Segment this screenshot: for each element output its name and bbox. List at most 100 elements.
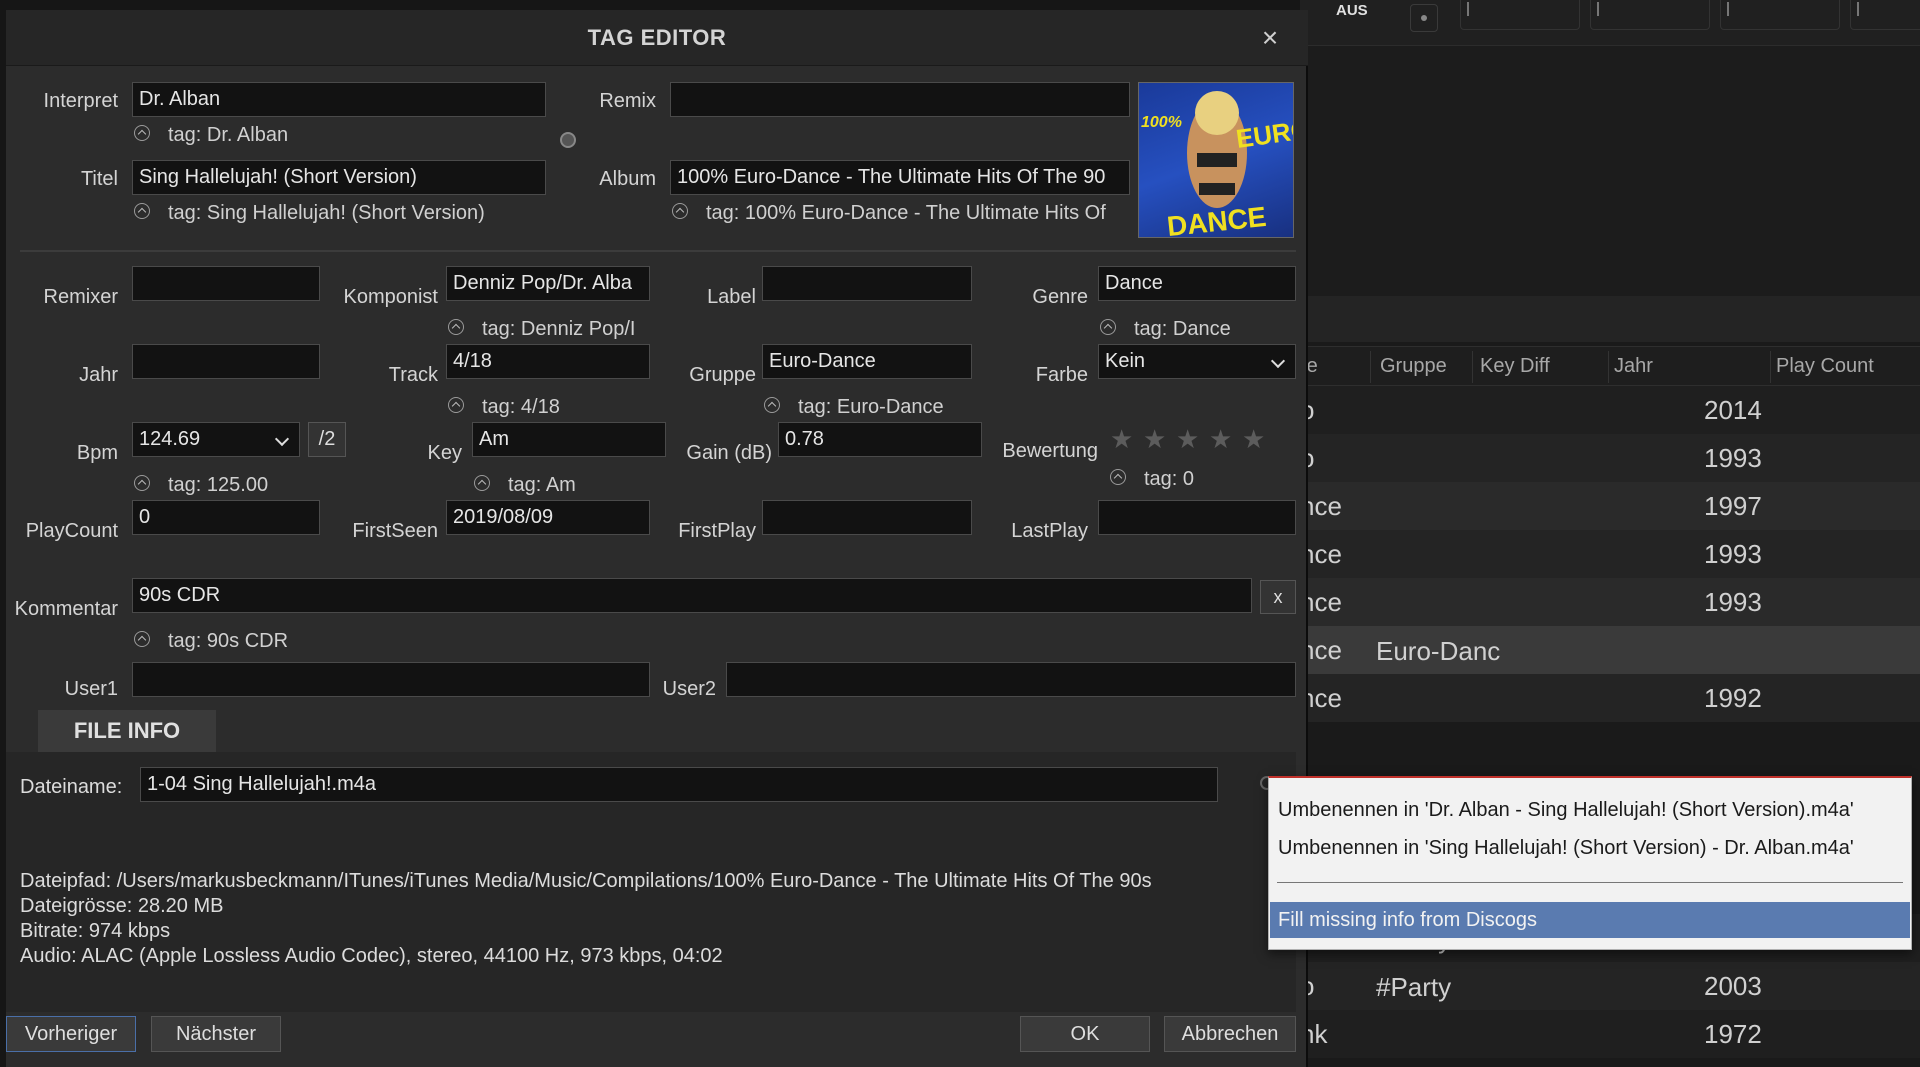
playcount-field[interactable]: 0: [132, 500, 320, 535]
kommentar-tag: tag: 90s CDR: [134, 630, 434, 653]
dateigroesse-text: Dateigrösse: 28.20 MB: [20, 895, 224, 917]
table-row[interactable]: o2014: [1300, 386, 1920, 434]
track-field[interactable]: 4/18: [446, 344, 650, 379]
remixer-field[interactable]: [132, 266, 320, 301]
firstseen-field[interactable]: 2019/08/09: [446, 500, 650, 535]
table-row[interactable]: nce Euro-Danc: [1300, 626, 1920, 674]
star-icon[interactable]: ★: [1209, 426, 1235, 452]
rename-context-menu: Umbenennen in 'Dr. Alban - Sing Halleluj…: [1268, 776, 1912, 950]
tab-file-info[interactable]: FILE INFO: [38, 710, 216, 752]
table-row[interactable]: nk 1972: [1300, 1010, 1920, 1058]
copy-tag-icon[interactable]: [134, 474, 150, 491]
copy-tag-icon[interactable]: [1100, 318, 1116, 335]
copy-tag-icon[interactable]: [134, 202, 150, 219]
menu-item-rename-artist-title[interactable]: Umbenennen in 'Dr. Alban - Sing Halleluj…: [1270, 792, 1910, 828]
remix-label: Remix: [599, 90, 656, 112]
previous-button[interactable]: Vorheriger: [6, 1016, 136, 1052]
table-cell: 1993: [1704, 443, 1762, 473]
album-cover-image[interactable]: 100% EURO DANCE: [1138, 82, 1294, 238]
next-button[interactable]: Nächster: [151, 1016, 281, 1052]
ok-button[interactable]: OK: [1020, 1016, 1150, 1052]
copy-tag-icon[interactable]: [134, 630, 150, 647]
star-icon[interactable]: ★: [1110, 426, 1136, 452]
label-field[interactable]: [762, 266, 972, 301]
album-field[interactable]: 100% Euro-Dance - The Ultimate Hits Of T…: [670, 160, 1130, 195]
deck-slot[interactable]: [1720, 0, 1840, 30]
column-header-jahr[interactable]: Jahr: [1614, 355, 1653, 378]
jahr-field[interactable]: [132, 344, 320, 379]
record-dot-button[interactable]: [1410, 4, 1438, 32]
komponist-tag-text: tag: Denniz Pop/I: [482, 318, 636, 340]
cancel-button[interactable]: Abbrechen: [1164, 1016, 1296, 1052]
bpm-select[interactable]: 124.69: [132, 422, 300, 457]
komponist-label: Komponist: [343, 286, 439, 308]
titel-tag-text: tag: Sing Hallelujah! (Short Version): [168, 202, 485, 224]
lastplay-label: LastPlay: [1011, 520, 1088, 542]
album-cover-art: 100% EURO DANCE: [1141, 91, 1293, 237]
aus-label: AUS: [1336, 2, 1368, 19]
firstplay-field[interactable]: [762, 500, 972, 535]
copy-tag-icon[interactable]: [448, 318, 464, 335]
close-icon[interactable]: ×: [1256, 24, 1284, 52]
user2-field[interactable]: [726, 662, 1296, 697]
table-cell: 1997: [1704, 491, 1762, 521]
farbe-select[interactable]: Kein: [1098, 344, 1296, 379]
column-header-play-count[interactable]: Play Count: [1776, 355, 1874, 378]
lastplay-field[interactable]: [1098, 500, 1296, 535]
link-dot-icon[interactable]: [560, 132, 576, 148]
section-divider: [20, 250, 1296, 252]
komponist-tag: tag: Denniz Pop/I: [448, 318, 652, 341]
menu-item-fill-from-discogs[interactable]: Fill missing info from Discogs: [1270, 902, 1910, 938]
gruppe-field[interactable]: Euro-Dance: [762, 344, 972, 379]
komponist-field[interactable]: Denniz Pop/Dr. Alba: [446, 266, 650, 301]
deck-slot[interactable]: [1850, 0, 1920, 30]
bpm-half-button[interactable]: /2: [308, 422, 346, 457]
star-icon[interactable]: ★: [1242, 426, 1268, 452]
table-row[interactable]: nce 1992: [1300, 674, 1920, 722]
interpret-tag: tag: Dr. Alban: [134, 124, 554, 147]
copy-tag-icon[interactable]: [1110, 468, 1126, 485]
column-header-key-diff[interactable]: Key Diff: [1480, 355, 1550, 378]
bpm-tag: tag: 125.00: [134, 474, 354, 497]
table-row[interactable]: nce 1993: [1300, 578, 1920, 626]
table-row[interactable]: o#Party2003: [1300, 962, 1920, 1010]
clear-kommentar-button[interactable]: x: [1260, 580, 1296, 614]
titel-field[interactable]: Sing Hallelujah! (Short Version): [132, 160, 546, 195]
table-row[interactable]: o1993: [1300, 434, 1920, 482]
deck-slot[interactable]: [1590, 0, 1710, 30]
copy-tag-icon[interactable]: [764, 396, 780, 413]
farbe-label: Farbe: [1035, 364, 1088, 386]
bewertung-tag: tag: 0: [1110, 468, 1250, 491]
column-header-gruppe[interactable]: Gruppe: [1380, 355, 1447, 378]
titel-label: Titel: [80, 168, 118, 190]
genre-tag: tag: Dance: [1100, 318, 1296, 341]
copy-tag-icon[interactable]: [672, 202, 688, 219]
table-row[interactable]: nce 1997: [1300, 482, 1920, 530]
tag-editor-dialog: TAG EDITOR × Interpret Dr. Alban tag: Dr…: [6, 10, 1308, 1067]
firstplay-label: FirstPlay: [678, 520, 756, 542]
track-tag-text: tag: 4/18: [482, 396, 560, 418]
table-row[interactable]: nce 1993: [1300, 530, 1920, 578]
audio-text: Audio: ALAC (Apple Lossless Audio Codec)…: [20, 945, 723, 967]
deck-slot[interactable]: [1460, 0, 1580, 30]
key-tag-text: tag: Am: [508, 474, 576, 496]
menu-item-rename-title-artist[interactable]: Umbenennen in 'Sing Hallelujah! (Short V…: [1270, 830, 1910, 866]
album-label: Album: [599, 168, 656, 190]
remixer-label: Remixer: [43, 286, 118, 308]
user1-field[interactable]: [132, 662, 650, 697]
dateiname-field[interactable]: 1-04 Sing Hallelujah!.m4a: [140, 767, 1218, 802]
remix-field[interactable]: [670, 82, 1130, 117]
key-field[interactable]: Am: [472, 422, 666, 457]
interpret-field[interactable]: Dr. Alban: [132, 82, 546, 117]
star-icon[interactable]: ★: [1143, 426, 1169, 452]
kommentar-field[interactable]: 90s CDR: [132, 578, 1252, 613]
gain-field[interactable]: 0.78: [778, 422, 982, 457]
playcount-label: PlayCount: [25, 520, 118, 542]
copy-tag-icon[interactable]: [448, 396, 464, 413]
star-icon[interactable]: ★: [1176, 426, 1202, 452]
table-cell: 2014: [1704, 395, 1762, 425]
copy-tag-icon[interactable]: [474, 474, 490, 491]
library-column-headers: re Gruppe Key Diff Jahr Play Count: [1300, 346, 1920, 386]
genre-field[interactable]: Dance: [1098, 266, 1296, 301]
copy-tag-icon[interactable]: [134, 124, 150, 141]
